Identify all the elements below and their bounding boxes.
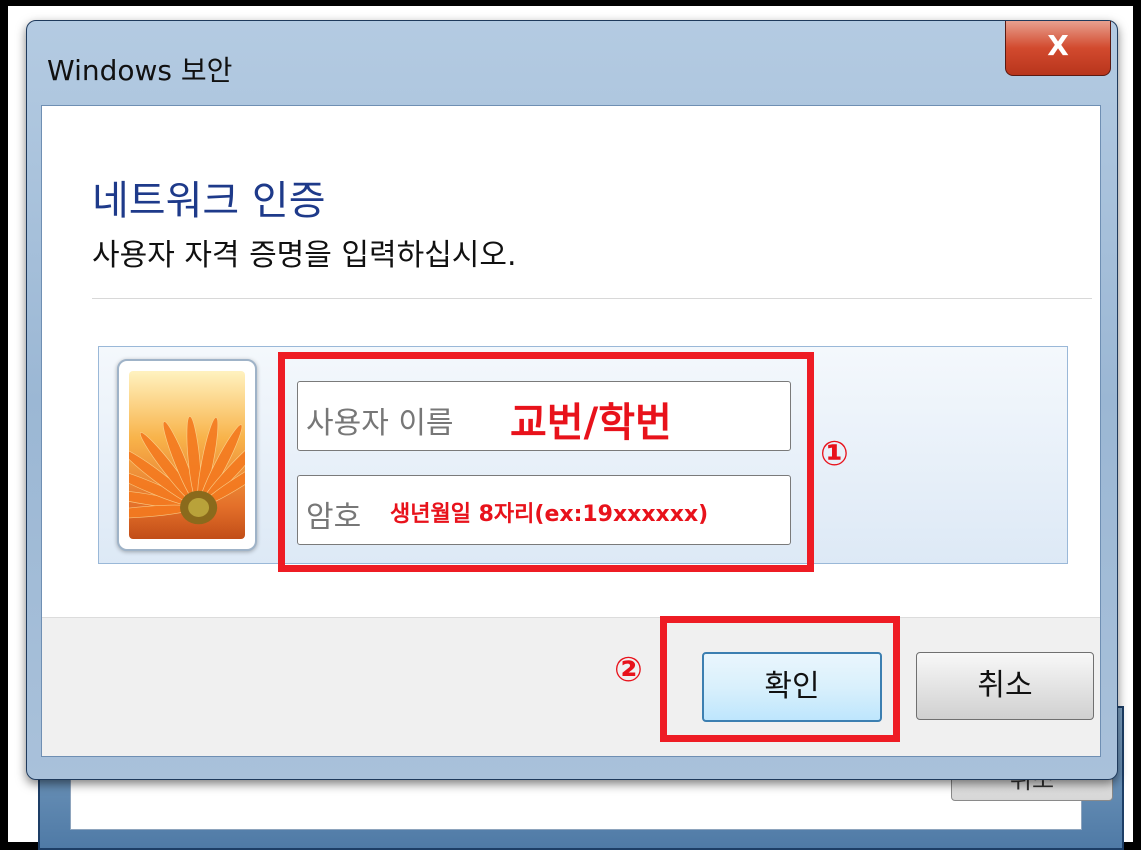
screenshot-frame: 취소 Windows 보안 X 네트워크 인증 사용자 자격 증명을 입력하십시… [8, 6, 1133, 850]
title-bar[interactable]: Windows 보안 X [27, 21, 1117, 105]
cancel-button[interactable]: 취소 [916, 652, 1094, 720]
annotation-step-2: ② [614, 650, 643, 690]
window-title: Windows 보안 [47, 54, 233, 87]
dialog-instruction: 사용자 자격 증명을 입력하십시오. [92, 238, 517, 273]
close-button[interactable]: X [1005, 21, 1111, 76]
close-icon: X [1047, 29, 1069, 62]
user-avatar [117, 359, 257, 551]
flower-icon [129, 371, 245, 539]
annotation-box-credentials [278, 352, 814, 572]
dialog-heading: 네트워크 인증 [92, 178, 326, 224]
annotation-step-1: ① [820, 434, 849, 474]
divider [92, 298, 1092, 299]
annotation-box-ok [660, 616, 900, 742]
button-bar: 확인 취소 [42, 617, 1100, 756]
